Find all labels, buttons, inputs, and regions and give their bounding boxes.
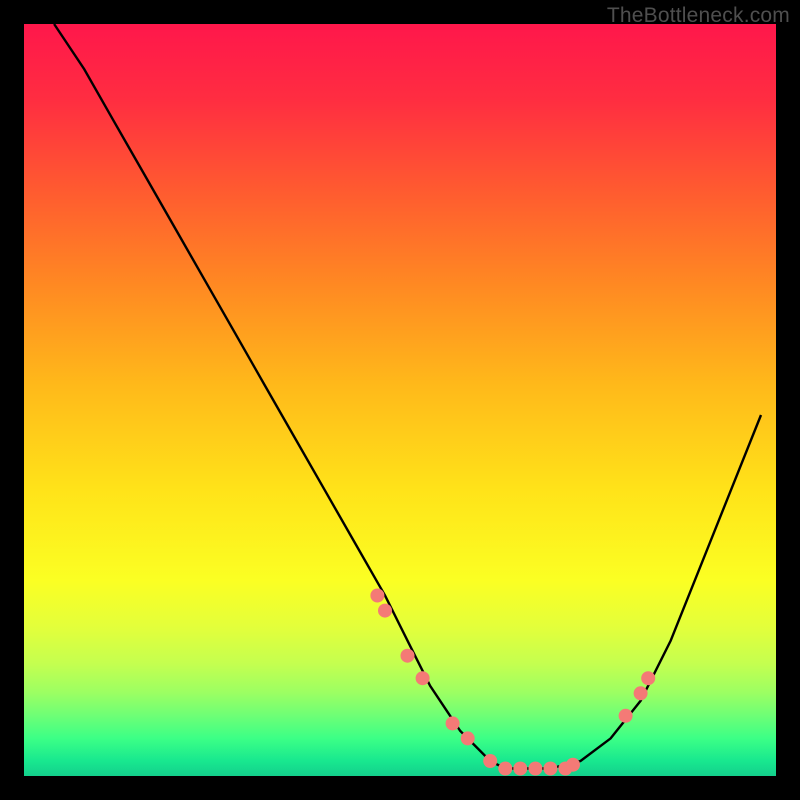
marker-dot (401, 649, 415, 663)
marker-dot (543, 762, 557, 776)
marker-dot (378, 604, 392, 618)
marker-dots-group (370, 589, 655, 776)
marker-dot (566, 758, 580, 772)
marker-dot (461, 731, 475, 745)
marker-dot (513, 762, 527, 776)
marker-dot (416, 671, 430, 685)
chart-svg (24, 24, 776, 776)
marker-dot (498, 762, 512, 776)
marker-dot (619, 709, 633, 723)
chart-frame: TheBottleneck.com (0, 0, 800, 800)
marker-dot (528, 762, 542, 776)
marker-dot (641, 671, 655, 685)
watermark-text: TheBottleneck.com (607, 4, 790, 28)
marker-dot (370, 589, 384, 603)
marker-dot (634, 686, 648, 700)
marker-dot (483, 754, 497, 768)
marker-dot (446, 716, 460, 730)
